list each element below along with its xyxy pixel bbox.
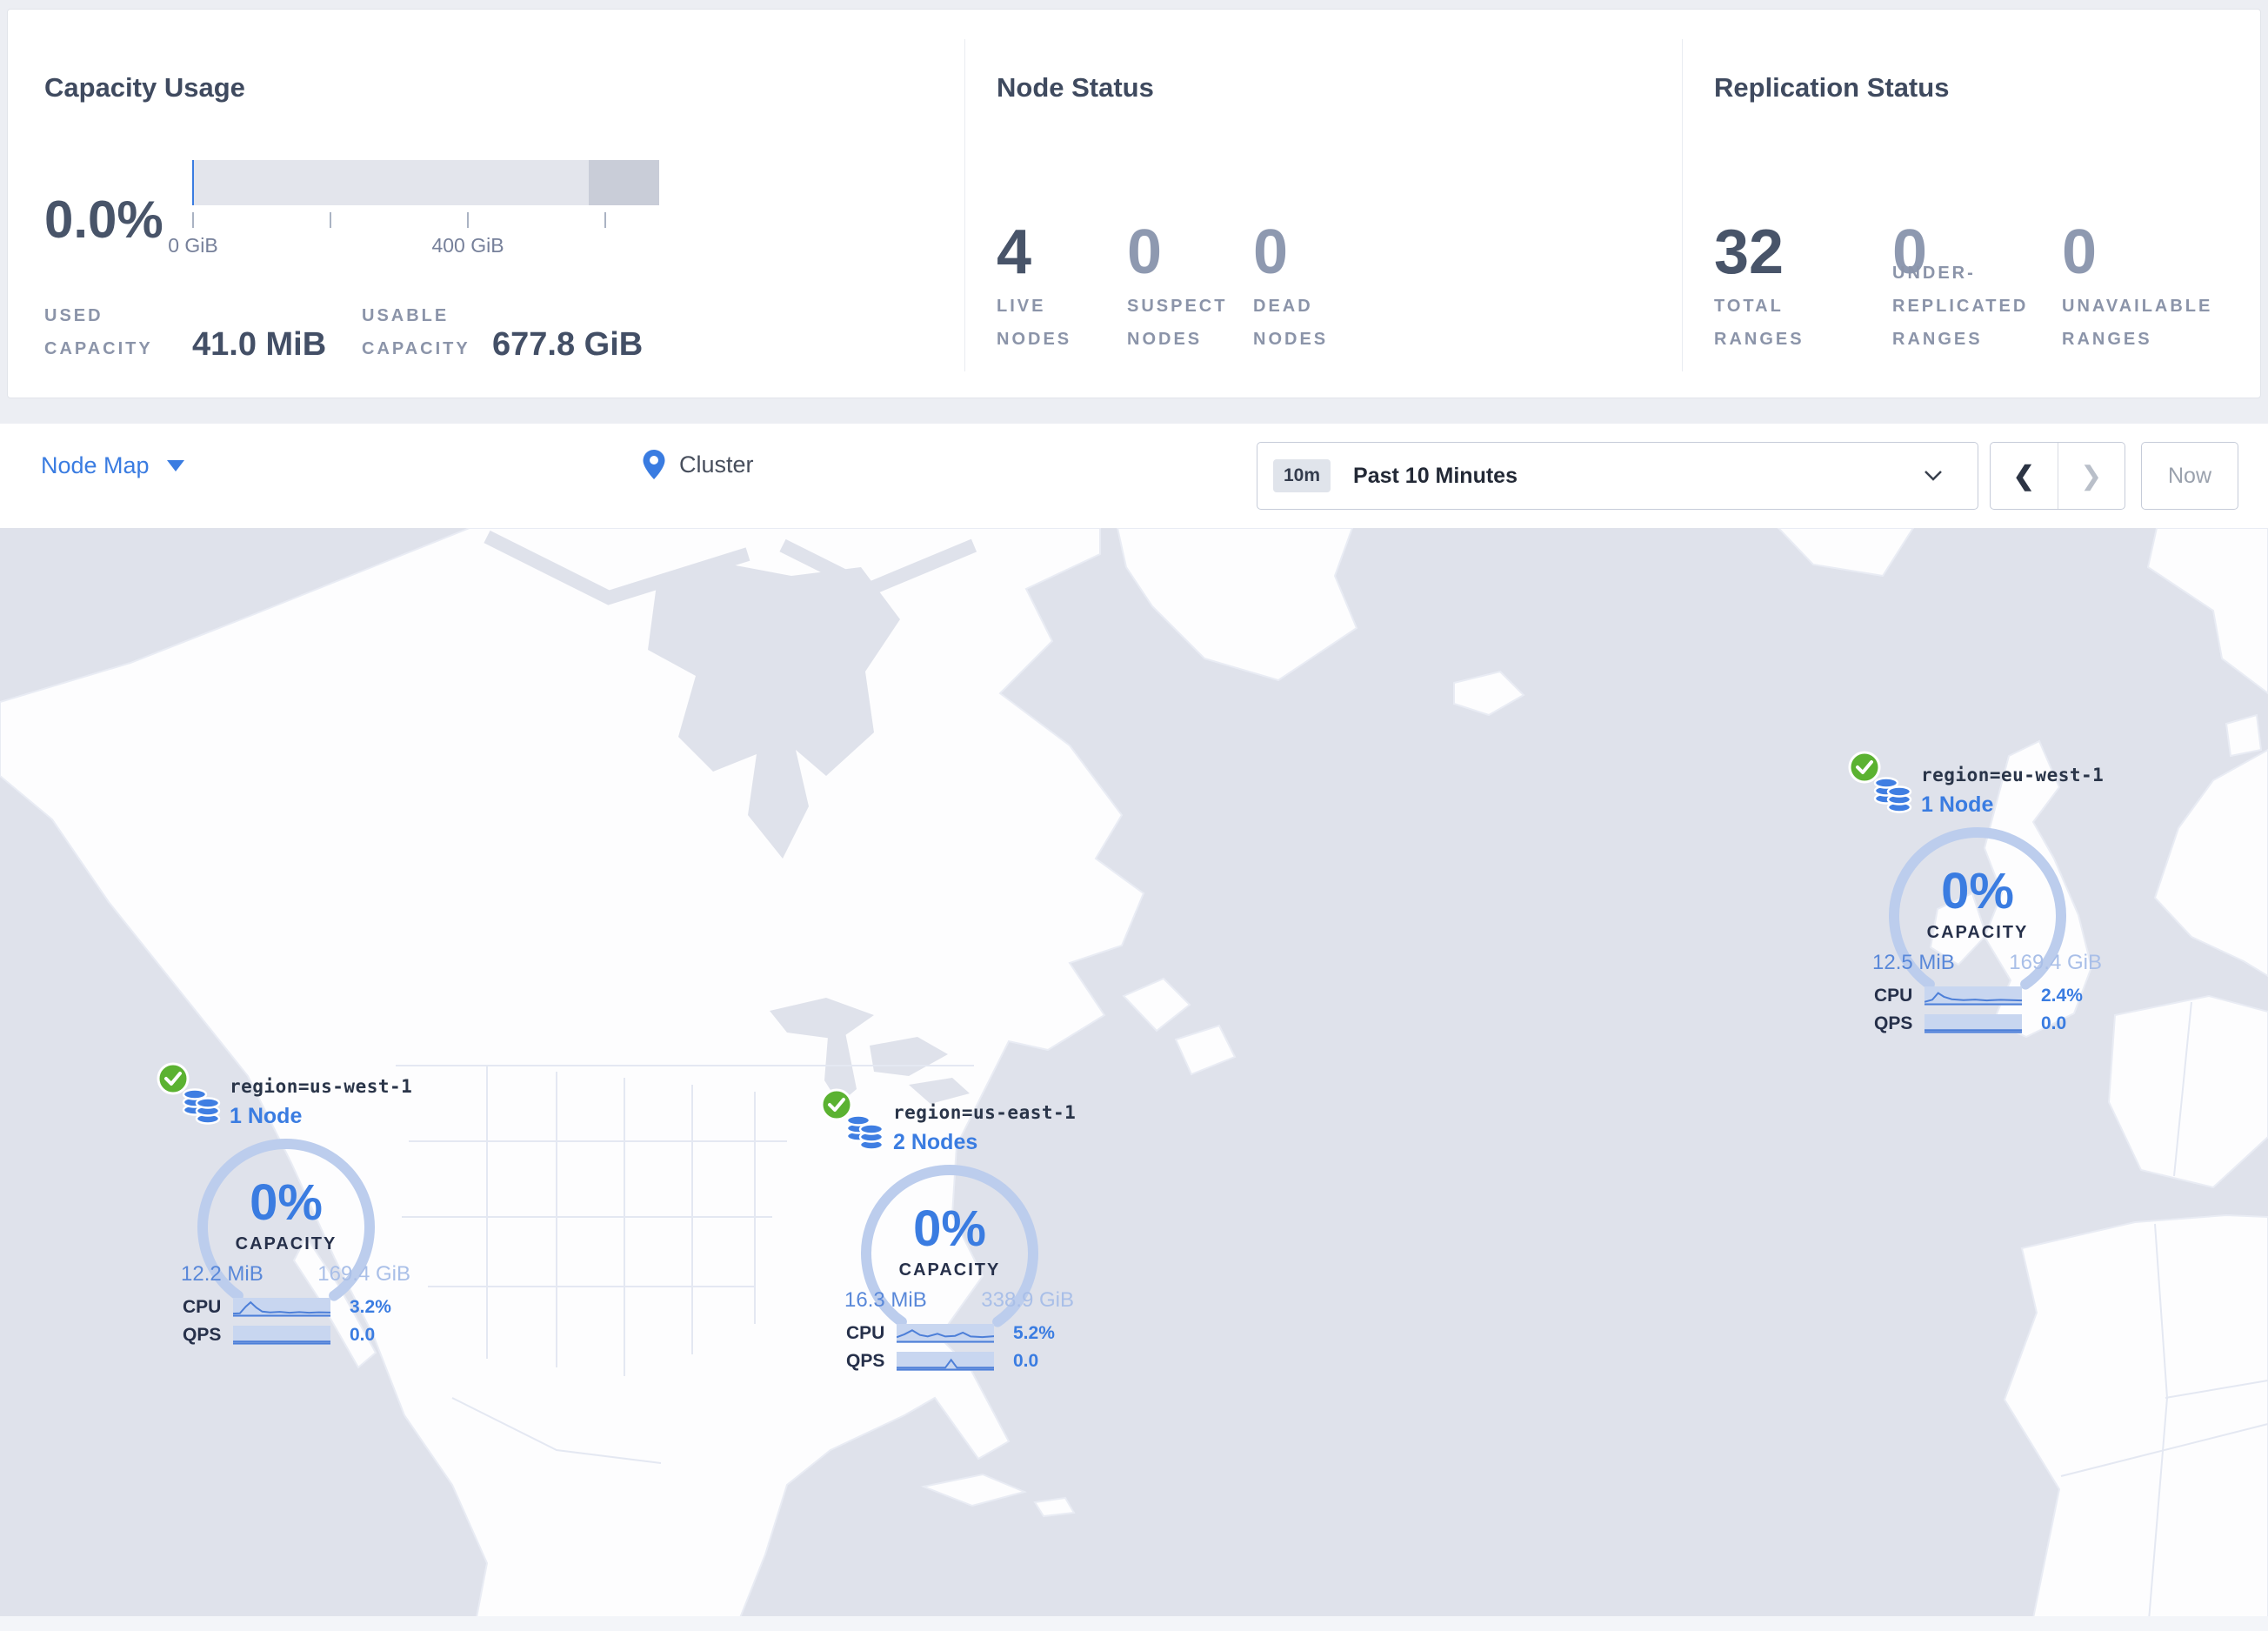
usable-capacity-label: USABLE CAPACITY [362, 306, 470, 358]
section-divider [1682, 39, 1683, 371]
region-marker-us-east[interactable]: region=us-east-1 2 Nodes 0% CAPACITY 16.… [820, 1088, 1098, 1380]
cpu-row: CPU 3.2% [183, 1297, 423, 1318]
cpu-value: 2.4% [2041, 986, 2083, 1006]
chevron-down-icon [1924, 471, 1942, 481]
chevron-down-icon [166, 460, 184, 471]
region-label: region=us-east-1 [893, 1102, 1077, 1123]
region-marker-eu-west[interactable]: region=eu-west-1 1 Node 0% CAPACITY 12.5… [1848, 751, 2126, 1043]
gauge-capacity-label: CAPACITY [898, 1260, 1001, 1280]
qps-sparkline [233, 1326, 330, 1345]
view-selector-dropdown[interactable]: Node Map [41, 452, 184, 479]
previous-time-button[interactable]: ❮ [1991, 443, 2058, 509]
node-status-title: Node Status [997, 72, 1154, 103]
time-range-selector[interactable]: 10m Past 10 Minutes [1257, 442, 1978, 510]
time-step-buttons: ❮ ❯ [1990, 442, 2125, 510]
axis-tick-label-0: 0 GiB [168, 234, 218, 257]
used-capacity-value: 41.0 MiB [192, 326, 327, 363]
qps-label: QPS [183, 1325, 222, 1345]
database-icon [845, 1114, 884, 1151]
replication-status-title: Replication Status [1714, 72, 1950, 103]
gauge-percent: 0% [1941, 863, 2014, 919]
live-nodes-label: LIVE NODES [997, 297, 1072, 349]
qps-value: 0.0 [350, 1325, 376, 1345]
map-toolbar: Node Map Cluster 10m Past 10 Minutes ❮ ❯… [0, 424, 2268, 528]
region-usable-capacity: 169.4 GiB [317, 1262, 410, 1286]
region-node-count: 2 Nodes [893, 1130, 978, 1154]
breadcrumb-cluster: Cluster [679, 451, 754, 478]
gauge-percent: 0% [913, 1200, 986, 1257]
axis-tick [467, 212, 469, 228]
qps-row: QPS 0.0 [183, 1325, 423, 1346]
axis-tick-label-400: 400 GiB [431, 234, 504, 257]
capacity-bar-nonusable-segment [589, 160, 659, 205]
cpu-sparkline [233, 1298, 330, 1317]
cpu-row: CPU 5.2% [846, 1323, 1086, 1344]
total-ranges-label: TOTAL RANGES [1714, 297, 1804, 349]
suspect-nodes-label: SUSPECT NODES [1127, 297, 1228, 349]
qps-row: QPS 0.0 [846, 1351, 1086, 1372]
node-map-page: Capacity Usage 0.0% 0 GiB 400 GiB USED C… [0, 0, 2268, 1631]
under-replicated-label: UNDER-REPLICATED RANGES [1892, 264, 2029, 349]
breadcrumb[interactable]: Cluster [641, 448, 754, 481]
cpu-row: CPU 2.4% [1874, 986, 2114, 1006]
region-label: region=eu-west-1 [1921, 765, 2105, 785]
qps-sparkline [1924, 1014, 2022, 1033]
map-footer-strip [0, 1616, 2268, 1631]
cpu-value: 5.2% [1013, 1323, 1055, 1343]
axis-tick [192, 212, 194, 228]
time-range-label: Past 10 Minutes [1353, 463, 1518, 488]
region-used-capacity: 12.5 MiB [1872, 951, 1955, 974]
section-divider [964, 39, 965, 371]
axis-tick [330, 212, 331, 228]
region-usable-capacity: 338.9 GiB [981, 1288, 1074, 1312]
usable-capacity-value: 677.8 GiB [492, 326, 644, 363]
view-selector-label: Node Map [41, 452, 150, 478]
region-usable-capacity: 169.4 GiB [2009, 951, 2102, 974]
map-pin-icon [643, 450, 665, 479]
unavailable-label: UNAVAILABLE RANGES [2062, 297, 2213, 349]
region-node-count: 1 Node [230, 1104, 303, 1128]
qps-value: 0.0 [2041, 1013, 2067, 1033]
gauge-capacity-label: CAPACITY [1926, 923, 2029, 942]
capacity-bar-used-fill [192, 160, 194, 205]
used-capacity-label: USED CAPACITY [44, 306, 153, 358]
gauge-percent: 0% [250, 1174, 323, 1231]
next-time-button[interactable]: ❯ [2058, 443, 2125, 509]
gauge-capacity-label: CAPACITY [235, 1234, 337, 1253]
region-used-capacity: 12.2 MiB [181, 1262, 263, 1286]
now-button[interactable]: Now [2141, 442, 2238, 510]
cluster-summary-panel: Capacity Usage 0.0% 0 GiB 400 GiB USED C… [7, 9, 2261, 398]
region-marker-us-west[interactable]: region=us-west-1 1 Node 0% CAPACITY 12.2… [157, 1062, 435, 1354]
cpu-label: CPU [1874, 986, 1913, 1006]
qps-sparkline [897, 1352, 994, 1371]
cpu-label: CPU [183, 1297, 222, 1317]
cpu-sparkline [897, 1324, 994, 1343]
region-used-capacity: 16.3 MiB [844, 1288, 927, 1312]
qps-label: QPS [1874, 1013, 1913, 1033]
region-node-count: 1 Node [1921, 792, 1994, 817]
cpu-sparkline [1924, 986, 2022, 1006]
capacity-bar [192, 160, 659, 205]
qps-row: QPS 0.0 [1874, 1013, 2114, 1034]
database-icon [1873, 777, 1912, 813]
qps-label: QPS [846, 1351, 885, 1371]
axis-tick [604, 212, 606, 228]
capacity-usage-title: Capacity Usage [44, 72, 245, 103]
dead-nodes-label: DEAD NODES [1253, 297, 1329, 349]
region-label: region=us-west-1 [230, 1076, 413, 1097]
database-icon [182, 1088, 221, 1125]
cpu-value: 3.2% [350, 1297, 391, 1317]
cpu-label: CPU [846, 1323, 885, 1343]
qps-value: 0.0 [1013, 1351, 1039, 1371]
time-range-badge: 10m [1273, 459, 1331, 492]
